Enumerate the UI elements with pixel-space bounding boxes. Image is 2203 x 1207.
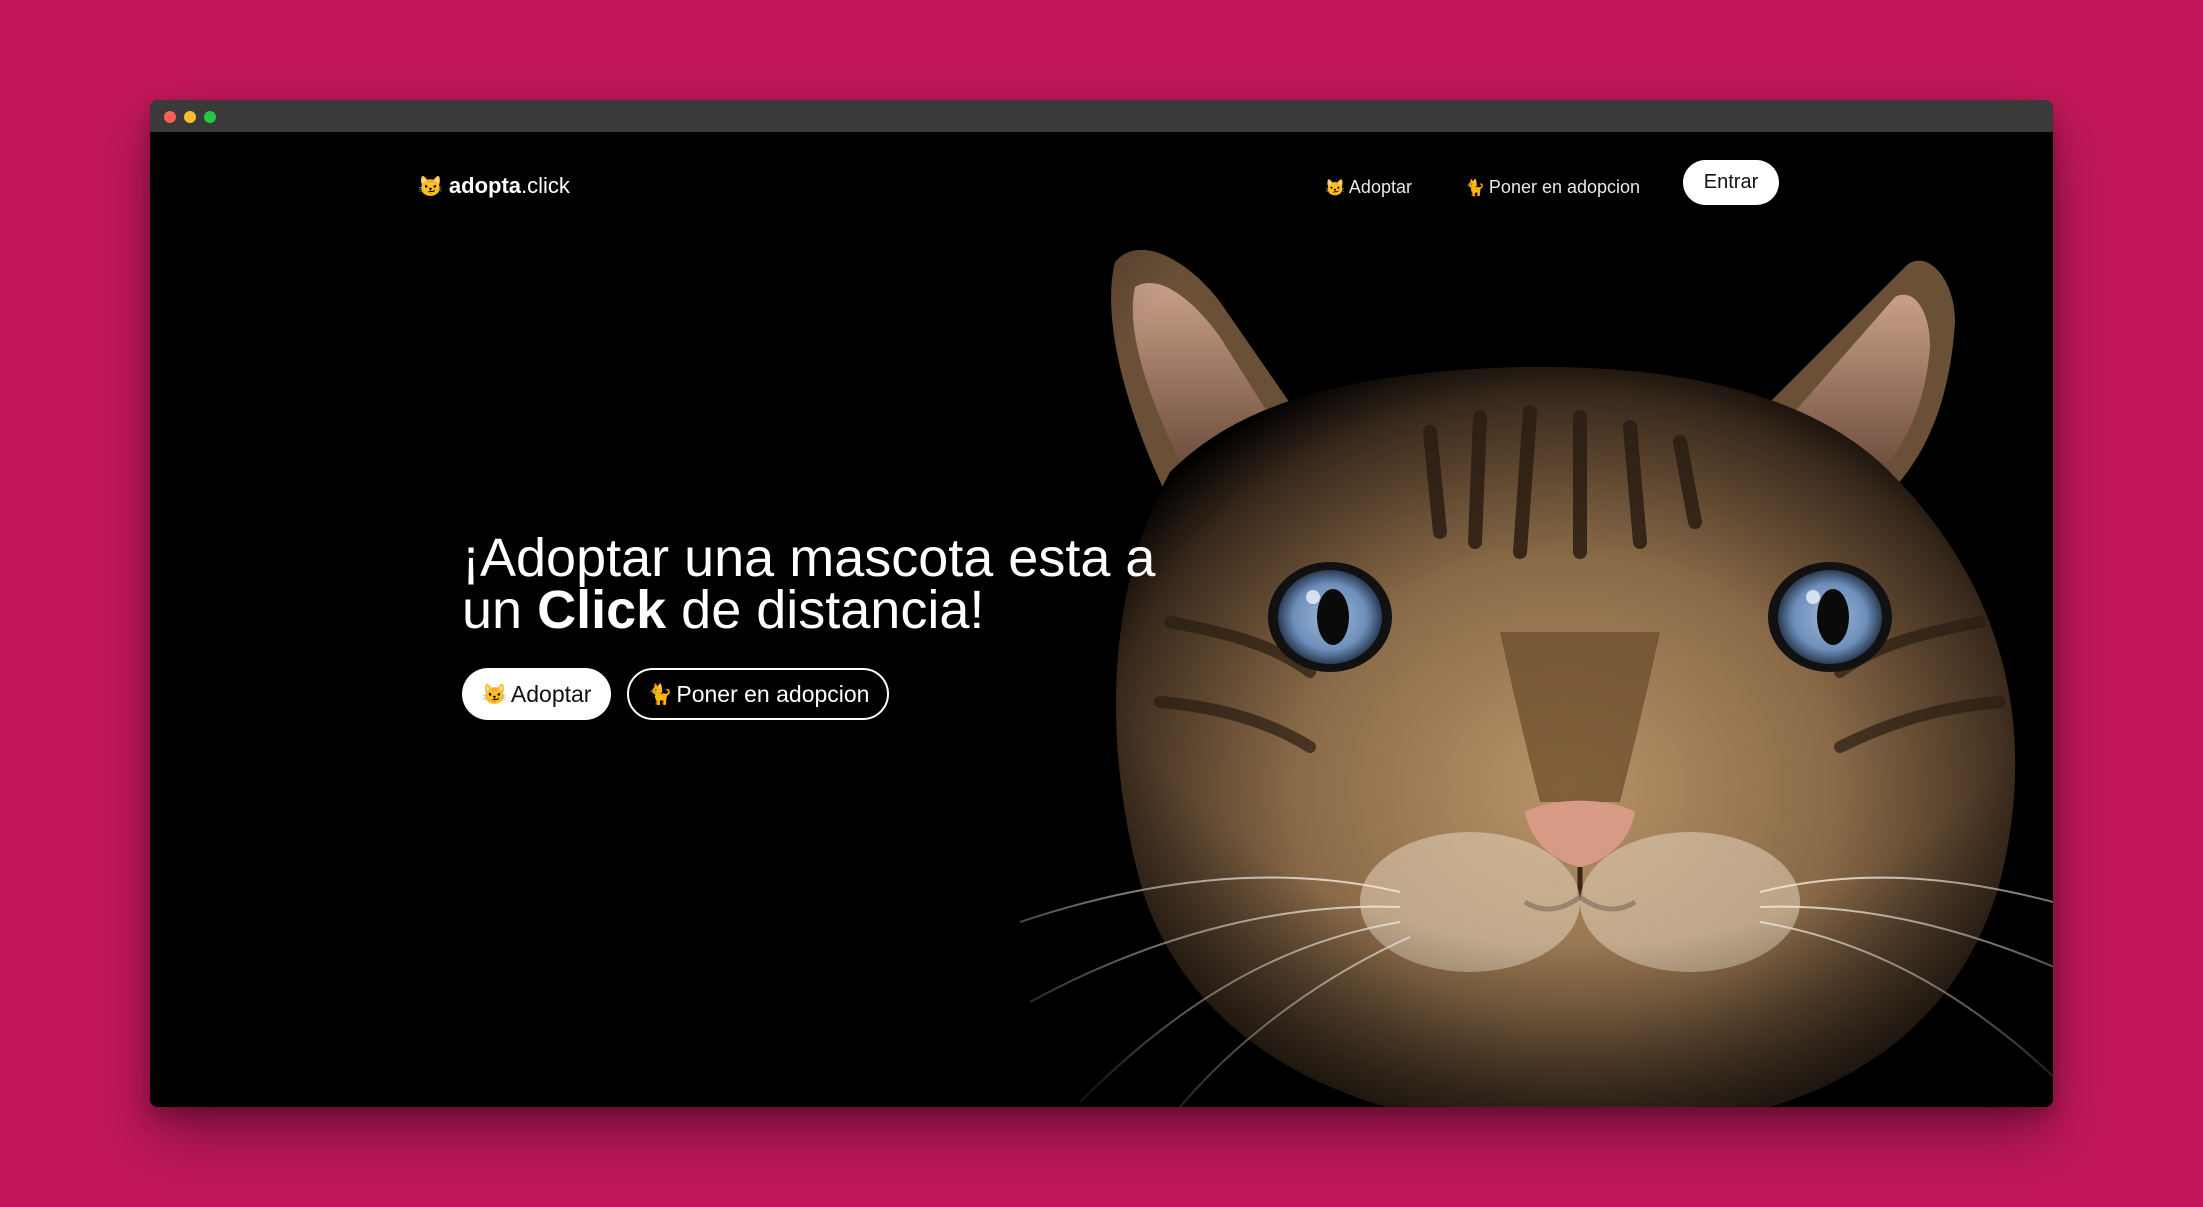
hero-line-2-pre: un <box>462 580 538 640</box>
cat-face-icon: 😼 <box>482 683 507 706</box>
cat-photo <box>1020 202 2053 1107</box>
hero-heading: ¡Adoptar una mascota esta a un Click de … <box>462 531 1242 637</box>
nav-link-poner-en-adopcion[interactable]: 🐈 Poner en adopcion <box>1465 177 1640 198</box>
hero-line-2-bold: Click <box>537 580 667 640</box>
put-up-for-adoption-button[interactable]: 🐈 Poner en adopcion <box>627 668 890 720</box>
close-window-button[interactable] <box>164 111 176 123</box>
maximize-window-button[interactable] <box>204 111 216 123</box>
hero-buttons: 😼 Adoptar 🐈 Poner en adopcion <box>462 668 890 720</box>
cat-icon: 🐈 <box>647 683 673 706</box>
adopt-button[interactable]: 😼 Adoptar <box>462 668 612 720</box>
nav-link-adoptar[interactable]: 😼 Adoptar <box>1325 177 1412 198</box>
cat-icon: 🐈 <box>1465 179 1485 197</box>
hero-line-1: ¡Adoptar una mascota esta a <box>462 528 1156 588</box>
cat-face-icon: 😼 <box>418 175 443 198</box>
put-up-for-adoption-label: Poner en adopcion <box>676 680 870 707</box>
hero-line-2-post: de distancia! <box>666 580 985 640</box>
window-titlebar <box>150 100 2053 132</box>
browser-window: 😼 adopta .click 😼 Adoptar 🐈 Poner en adop… <box>150 100 2053 1107</box>
logo[interactable]: 😼 adopta .click <box>418 166 570 206</box>
adopt-button-label: Adoptar <box>510 680 592 707</box>
minimize-window-button[interactable] <box>184 111 196 123</box>
logo-text-light: .click <box>521 173 570 198</box>
logo-text-bold: adopta <box>448 173 522 198</box>
cat-face-icon: 😼 <box>1325 179 1345 197</box>
landing-page: 😼 adopta .click 😼 Adoptar 🐈 Poner en adop… <box>150 132 2053 1107</box>
nav-link-label: Adoptar <box>1348 177 1412 197</box>
login-button[interactable]: Entrar <box>1683 160 1779 205</box>
nav-link-label: Poner en adopcion <box>1488 177 1641 197</box>
